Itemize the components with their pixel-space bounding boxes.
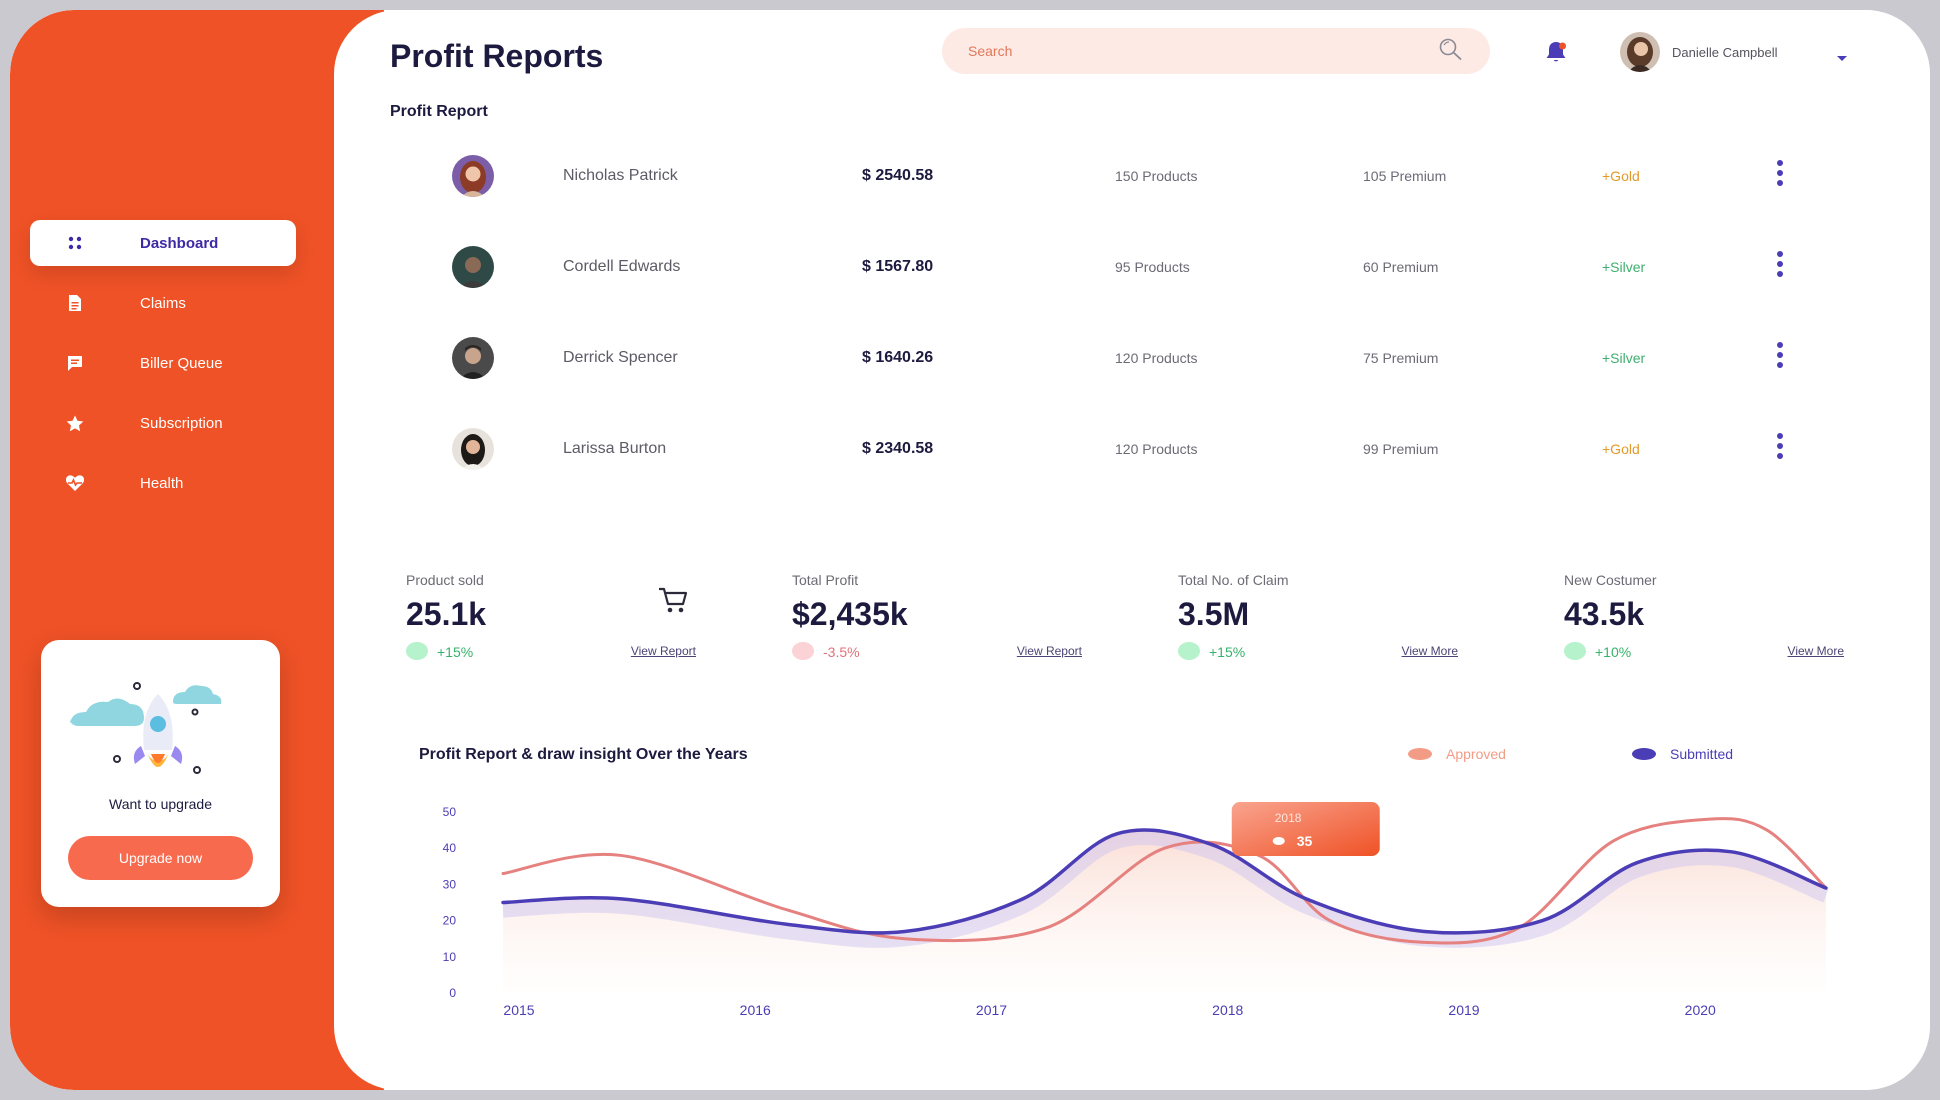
x-tick-label: 2020	[1685, 1002, 1716, 1018]
x-tick-label: 2016	[740, 1002, 771, 1018]
y-tick-label: 20	[443, 914, 457, 928]
x-tick-label: 2015	[503, 1002, 534, 1018]
y-tick-label: 0	[449, 986, 456, 1000]
tooltip-label: 2018	[1275, 811, 1302, 825]
x-tick-label: 2017	[976, 1002, 1007, 1018]
tooltip-dot	[1272, 837, 1285, 845]
x-tick-label: 2018	[1212, 1002, 1243, 1018]
y-tick-label: 40	[443, 841, 457, 855]
tooltip-value: 35	[1297, 833, 1313, 849]
x-tick-label: 2019	[1448, 1002, 1479, 1018]
profit-line-chart: 0 10 20 30 40 50 2015 2016 2017 2018 2019 2020 2018…	[443, 802, 1829, 1018]
y-tick-label: 30	[443, 877, 457, 891]
y-tick-label: 50	[443, 805, 457, 819]
y-tick-label: 10	[443, 950, 457, 964]
